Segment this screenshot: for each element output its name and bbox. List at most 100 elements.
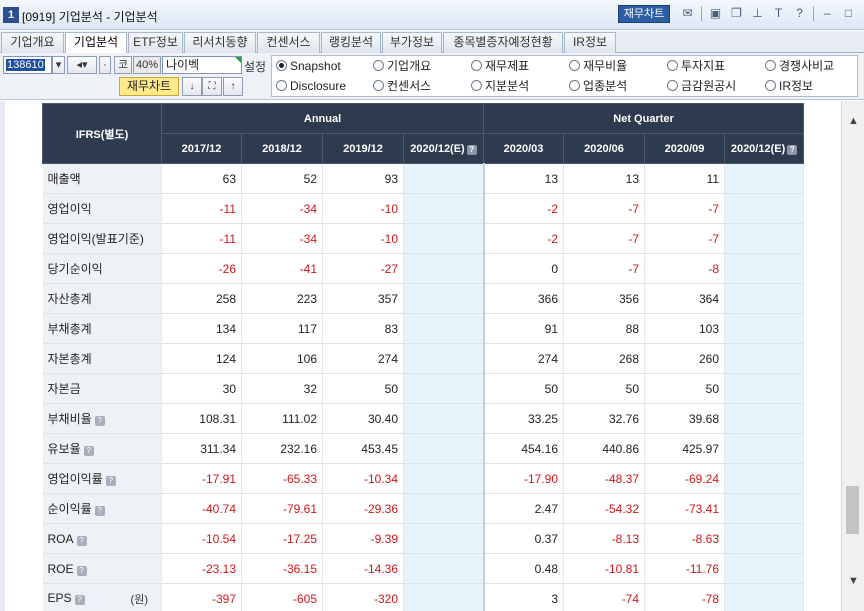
- tab-company-analysis[interactable]: 기업분석: [65, 32, 127, 54]
- tab-consensus[interactable]: 컨센서스: [257, 32, 320, 53]
- radio-competitor-comparison[interactable]: 경쟁사비교: [765, 59, 834, 73]
- table-cell: 106: [241, 343, 323, 374]
- market-badge: 코: [114, 56, 132, 74]
- table-row: 당기순이익 -26 -41 -27 0 -7 -8: [42, 253, 805, 284]
- table-cell: 0.37: [482, 523, 565, 554]
- radio-investment-indicators[interactable]: 투자지표: [667, 59, 725, 73]
- table-cell: [724, 343, 805, 374]
- table-cell: 52: [241, 163, 323, 194]
- table-cell: -9.39: [322, 523, 404, 554]
- mail-icon[interactable]: ✉: [680, 6, 695, 21]
- sort-up-icon[interactable]: ↑: [223, 77, 243, 96]
- margin-rate-badge: 40%: [133, 56, 161, 74]
- table-cell: 425.97: [644, 433, 726, 464]
- speaker-icon[interactable]: ◂▾: [67, 56, 97, 74]
- table-cell: 63: [161, 163, 242, 194]
- scroll-up-arrow-icon[interactable]: ▲: [848, 115, 859, 127]
- tab-additional-info[interactable]: 부가정보: [382, 32, 442, 53]
- table-cell: 134: [161, 313, 242, 344]
- table-cell: 11: [644, 163, 726, 194]
- table-row: 유보율? 311.34 232.16 453.45 454.16 440.86 425.97: [42, 433, 805, 464]
- minimize-icon[interactable]: –: [820, 6, 835, 21]
- table-cell: [724, 193, 805, 224]
- row-label: 당기순이익: [42, 253, 162, 284]
- radio-dot: [667, 80, 678, 91]
- vertical-scrollbar[interactable]: ▲ ▼: [841, 101, 864, 611]
- table-cell: -7: [644, 223, 726, 254]
- help-icon[interactable]: ?: [787, 144, 798, 155]
- font-size-icon[interactable]: T: [771, 6, 786, 21]
- radio-disclosure[interactable]: Disclosure: [276, 79, 346, 93]
- radio-fss-disclosure[interactable]: 금감원공시: [667, 79, 736, 93]
- table-cell: -54.32: [563, 493, 646, 524]
- help-icon[interactable]: ?: [792, 6, 807, 21]
- table-row: 자산총계 258 223 357 366 356 364: [42, 283, 805, 314]
- table-cell: -17.91: [161, 463, 242, 494]
- table-cell: 39.68: [644, 403, 726, 434]
- help-icon[interactable]: ?: [466, 144, 477, 155]
- help-icon[interactable]: ?: [74, 594, 85, 605]
- radio-industry-analysis[interactable]: 업종분석: [569, 79, 627, 93]
- help-icon[interactable]: ?: [105, 476, 116, 486]
- layout-icon[interactable]: ▣: [708, 6, 723, 21]
- row-label: EPS? (원): [42, 583, 162, 611]
- help-icon[interactable]: ?: [94, 506, 105, 516]
- table-cell: 33.25: [482, 403, 565, 434]
- table-cell: 83: [322, 313, 404, 344]
- sort-down-icon[interactable]: ↓: [182, 77, 202, 96]
- table-cell: [403, 463, 485, 494]
- table-cell: -8.63: [644, 523, 726, 554]
- radio-ir-info[interactable]: IR정보: [765, 79, 813, 93]
- table-cell: [403, 553, 485, 584]
- table-cell: [403, 193, 485, 224]
- table-cell: 91: [482, 313, 565, 344]
- table-cell: -78: [644, 583, 726, 611]
- radio-equity-analysis[interactable]: 지분분석: [471, 79, 529, 93]
- tab-capital-increase-schedule[interactable]: 종목별증자예정현황: [443, 32, 563, 53]
- row-label: 자본총계: [42, 343, 162, 374]
- radio-dot: [471, 60, 482, 71]
- tab-ranking-analysis[interactable]: 랭킹분석: [321, 32, 381, 53]
- help-icon[interactable]: ?: [76, 565, 87, 576]
- tab-etf-info[interactable]: ETF정보: [128, 32, 183, 53]
- radio-financial-ratios[interactable]: 재무비율: [569, 59, 627, 73]
- table-cell: [724, 493, 805, 524]
- tab-research-trend[interactable]: 리서치동향: [184, 32, 256, 53]
- scroll-down-arrow-icon[interactable]: ▼: [848, 575, 859, 587]
- radio-consensus[interactable]: 컨센서스: [373, 79, 431, 93]
- scroll-thumb[interactable]: [846, 486, 859, 534]
- tab-company-overview[interactable]: 기업개요: [1, 32, 64, 53]
- jaemu-chart-button[interactable]: 재무차트: [119, 77, 179, 96]
- search-icon[interactable]: ·: [99, 56, 111, 74]
- copy-window-icon[interactable]: ❐: [729, 6, 744, 21]
- tab-ir-info[interactable]: IR정보: [564, 32, 616, 53]
- settings-link[interactable]: 설정: [244, 58, 266, 75]
- row-label: 매출액: [42, 163, 162, 194]
- jaemu-chart-top-button[interactable]: 재무차트: [618, 5, 670, 23]
- expand-icon[interactable]: ⛶: [202, 77, 222, 96]
- code-dropdown-button[interactable]: ▾: [52, 56, 65, 74]
- stock-code-input[interactable]: 138610: [3, 56, 52, 74]
- radio-snapshot[interactable]: Snapshot: [276, 59, 341, 73]
- stock-name-input[interactable]: 나이벡: [162, 56, 242, 74]
- help-icon[interactable]: ?: [83, 446, 94, 456]
- pin-icon[interactable]: ⊥: [750, 6, 765, 21]
- row-label: ROE?: [42, 553, 162, 584]
- maximize-icon[interactable]: □: [841, 6, 856, 21]
- column-header: 2017/12: [161, 133, 242, 164]
- table-cell: -397: [161, 583, 242, 611]
- help-icon[interactable]: ?: [76, 535, 87, 546]
- table-row: EPS? (원) -397 -605 -320 3 -74 -78: [42, 583, 805, 611]
- radio-dot: [471, 80, 482, 91]
- table-cell: 364: [644, 283, 726, 314]
- table-row: 순이익률? -40.74 -79.61 -29.36 2.47 -54.32 -73.41: [42, 493, 805, 524]
- radio-company-overview[interactable]: 기업개요: [373, 59, 431, 73]
- row-label: 영업이익률?: [42, 463, 162, 494]
- radio-financial-statements[interactable]: 재무제표: [471, 59, 529, 73]
- column-header: 2020/06: [563, 133, 646, 164]
- table-cell: 274: [482, 343, 565, 374]
- table-cell: -10: [322, 223, 404, 254]
- help-icon[interactable]: ?: [94, 416, 105, 426]
- window-number-badge[interactable]: 1: [3, 7, 19, 23]
- table-cell: 50: [644, 373, 726, 404]
